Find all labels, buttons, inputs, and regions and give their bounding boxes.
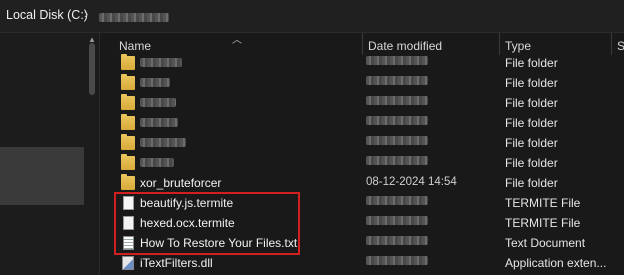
file-type: File folder — [505, 116, 558, 130]
date-modified-obscured — [366, 196, 428, 208]
sort-ascending-icon: ︿ — [232, 35, 242, 46]
nav-scrollbar[interactable]: ▲ — [86, 33, 98, 275]
date-modified-obscured — [366, 256, 428, 268]
date-modified-obscured — [366, 96, 428, 108]
file-name-obscured — [140, 76, 170, 90]
list-item[interactable]: xor_bruteforcer 08-12-2024 14:54 File fo… — [100, 173, 624, 193]
list-item[interactable]: File folder — [100, 113, 624, 133]
date-modified-obscured — [366, 236, 428, 248]
column-header: ︿ Name Date modified Type S — [100, 33, 624, 55]
list-item[interactable]: iTextFilters.dll Application exten... — [100, 253, 624, 273]
breadcrumb-separator-icon[interactable]: › — [84, 6, 88, 21]
date-modified-obscured — [366, 216, 428, 228]
breadcrumb-current-obscured[interactable] — [99, 11, 169, 25]
list-item[interactable]: hexed.ocx.termite TERMITE File — [100, 213, 624, 233]
list-item[interactable]: File folder — [100, 53, 624, 73]
date-modified-obscured — [366, 116, 428, 128]
file-type: Application exten... — [505, 256, 607, 270]
file-name: hexed.ocx.termite — [140, 216, 235, 230]
file-name: beautify.js.termite — [140, 196, 234, 210]
date-modified-obscured — [366, 156, 428, 168]
text-file-icon — [123, 236, 134, 250]
file-type: Text Document — [505, 236, 586, 250]
folder-icon — [121, 114, 135, 130]
file-icon — [123, 216, 134, 230]
folder-icon — [121, 134, 135, 150]
file-list: File folder File folder File folder File… — [100, 53, 624, 273]
nav-selected-item[interactable] — [0, 147, 84, 205]
file-name-obscured — [140, 96, 176, 110]
column-divider[interactable] — [499, 33, 500, 55]
date-modified: 08-12-2024 14:54 — [366, 176, 457, 188]
file-icon — [123, 196, 134, 210]
file-name: How To Restore Your Files.txt — [140, 236, 298, 250]
file-name-obscured — [140, 56, 182, 70]
navigation-pane: ▲ — [0, 33, 100, 275]
file-type: File folder — [505, 156, 558, 170]
column-size[interactable]: S — [617, 39, 624, 53]
file-type: File folder — [505, 96, 558, 110]
list-item[interactable]: File folder — [100, 93, 624, 113]
list-item[interactable]: File folder — [100, 133, 624, 153]
list-item[interactable]: File folder — [100, 73, 624, 93]
folder-icon — [121, 54, 135, 70]
file-name: xor_bruteforcer — [140, 176, 222, 190]
file-name-obscured — [140, 136, 186, 150]
file-type: TERMITE File — [505, 196, 581, 210]
date-modified-obscured — [366, 136, 428, 148]
folder-icon — [121, 94, 135, 110]
file-type: File folder — [505, 56, 558, 70]
file-name-obscured — [140, 116, 178, 130]
list-item[interactable]: beautify.js.termite TERMITE File — [100, 193, 624, 213]
dll-file-icon — [122, 256, 134, 270]
list-item[interactable]: How To Restore Your Files.txt Text Docum… — [100, 233, 624, 253]
file-type: File folder — [505, 76, 558, 90]
list-item[interactable]: File folder — [100, 153, 624, 173]
nav-scrollbar-thumb[interactable] — [89, 43, 95, 95]
column-divider[interactable] — [362, 33, 363, 55]
folder-icon — [121, 154, 135, 170]
folder-icon — [121, 74, 135, 90]
file-type: TERMITE File — [505, 216, 581, 230]
file-name: iTextFilters.dll — [140, 256, 213, 270]
file-type: File folder — [505, 136, 558, 150]
address-bar: Local Disk (C:) › — [0, 0, 624, 33]
date-modified-obscured — [366, 56, 428, 68]
list-scrollbar[interactable] — [612, 55, 624, 275]
file-type: File folder — [505, 176, 558, 190]
column-type[interactable]: Type — [505, 39, 531, 53]
date-modified-obscured — [366, 76, 428, 88]
column-date-modified[interactable]: Date modified — [368, 39, 442, 53]
file-name-obscured — [140, 156, 174, 170]
column-name[interactable]: Name — [119, 39, 151, 53]
column-divider[interactable] — [611, 33, 612, 55]
breadcrumb-root[interactable]: Local Disk (C:) — [6, 8, 88, 22]
folder-icon — [121, 174, 135, 190]
